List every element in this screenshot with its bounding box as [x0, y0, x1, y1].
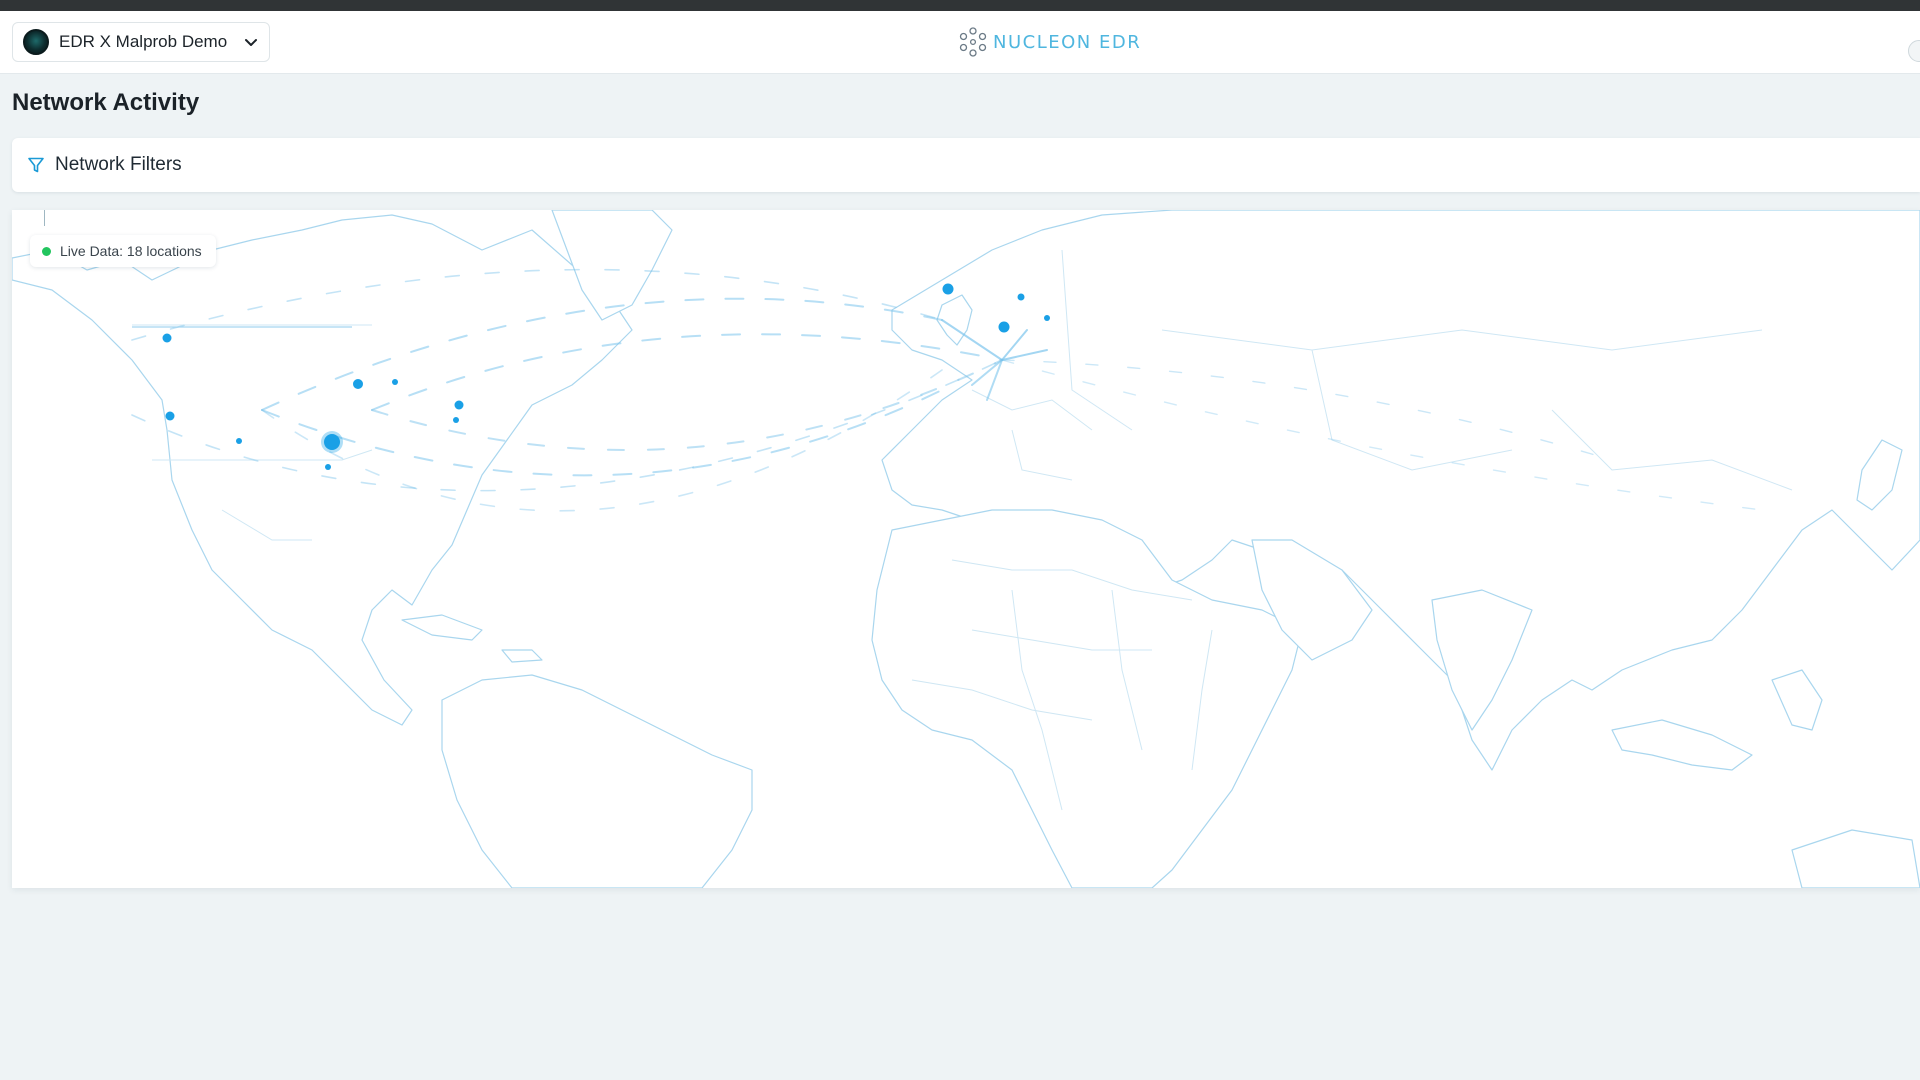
land-masses — [12, 210, 1920, 888]
organization-select[interactable]: EDR X Malprob Demo — [12, 22, 270, 62]
network-map[interactable]: Live Data: 18 locations — [12, 210, 1920, 888]
app-header: EDR X Malprob Demo NUCLEON EDR — [0, 11, 1920, 74]
user-avatar[interactable] — [1908, 40, 1920, 62]
browser-top-strip — [0, 0, 1920, 11]
chevron-down-icon — [245, 39, 257, 46]
organization-avatar — [23, 29, 49, 55]
live-data-badge: Live Data: 18 locations — [30, 235, 216, 267]
organization-name: EDR X Malprob Demo — [59, 32, 228, 51]
logo-text: NUCLEON EDR — [993, 31, 1142, 53]
live-data-tick — [44, 210, 45, 226]
logo-mark-icon — [959, 27, 987, 57]
live-status-dot-icon — [42, 246, 51, 256]
page-title: Network Activity — [12, 89, 200, 116]
world-map — [12, 210, 1920, 888]
filter-icon — [28, 157, 44, 173]
network-filters-panel[interactable]: Network Filters — [12, 138, 1920, 192]
nucleon-logo: NUCLEON EDR — [958, 27, 1141, 57]
network-filters-label: Network Filters — [55, 154, 182, 175]
live-data-label: Live Data: 18 locations — [60, 243, 202, 259]
